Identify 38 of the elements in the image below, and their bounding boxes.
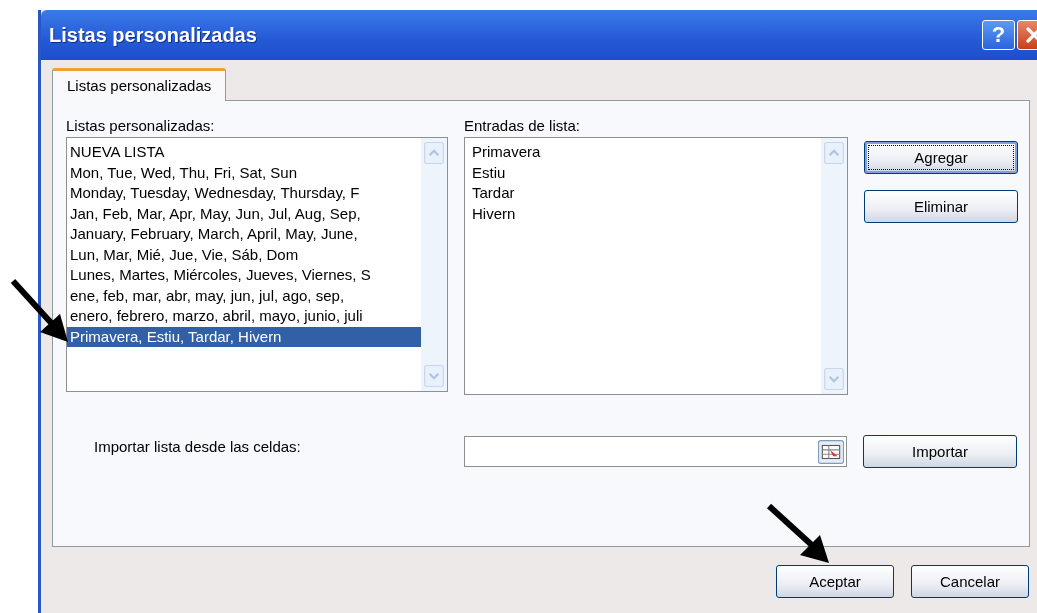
list-item[interactable]: ene, feb, mar, abr, may, jun, jul, ago, sep, (67, 285, 421, 306)
list-item[interactable]: Jan, Feb, Mar, Apr, May, Jun, Jul, Aug, Sep, (67, 203, 421, 224)
arrow-drawing (766, 503, 832, 565)
list-item[interactable]: January, February, March, April, May, June, (67, 224, 421, 245)
custom-lists-box[interactable] (66, 137, 448, 392)
list-item[interactable]: Primavera, Estiu, Tardar, Hivern (67, 326, 421, 347)
scrollbar[interactable] (821, 138, 847, 394)
entry-text: Primavera (471, 142, 542, 162)
dialog-button[interactable]: Aceptar (776, 565, 894, 598)
dialog-button[interactable]: Cancelar (911, 565, 1029, 598)
scroll-down-icon[interactable] (424, 365, 444, 387)
tab[interactable]: Listas personalizadas (52, 68, 227, 101)
dialog-button[interactable]: Agregar (864, 141, 1018, 174)
list-item[interactable]: enero, febrero, marzo, abril, mayo, junio, juli (67, 306, 421, 327)
entry-text: Tardar (471, 183, 516, 203)
list-item[interactable]: Mon, Tue, Wed, Thu, Fri, Sat, Sun (67, 162, 421, 183)
scroll-up-icon[interactable] (424, 142, 444, 164)
list-item[interactable]: Lun, Mar, Mié, Jue, Vie, Sáb, Dom (67, 244, 421, 265)
arrow-drawing (10, 278, 70, 344)
list-item[interactable]: Monday, Tuesday, Wednesday, Thursday, F (67, 183, 421, 204)
help-button[interactable]: ? (982, 20, 1015, 50)
close-icon (1023, 25, 1037, 45)
scroll-down-icon[interactable] (824, 368, 844, 390)
import-label: Importar lista desde las celdas: (93, 438, 302, 455)
window-title: Listas personalizadas (49, 23, 258, 47)
entry-text: Hivern (471, 203, 517, 224)
list-item[interactable]: NUEVA LISTA (67, 142, 421, 163)
list-entries-box[interactable]: Primavera Estiu Tardar Hivern (464, 137, 848, 395)
entry-text: Estiu (471, 162, 507, 183)
dialog-button[interactable]: Eliminar (864, 190, 1018, 223)
list-label: Listas personalizadas: (66, 117, 216, 134)
import-button[interactable]: Importar (863, 435, 1017, 468)
range-field[interactable] (464, 436, 847, 467)
scrollbar[interactable] (421, 138, 447, 391)
scroll-up-icon[interactable] (824, 142, 844, 164)
entries-label: Entradas de lista: (464, 117, 581, 134)
range-select-icon[interactable] (818, 439, 844, 464)
list-item[interactable]: Lunes, Martes, Miércoles, Jueves, Viernes, S (67, 265, 421, 286)
